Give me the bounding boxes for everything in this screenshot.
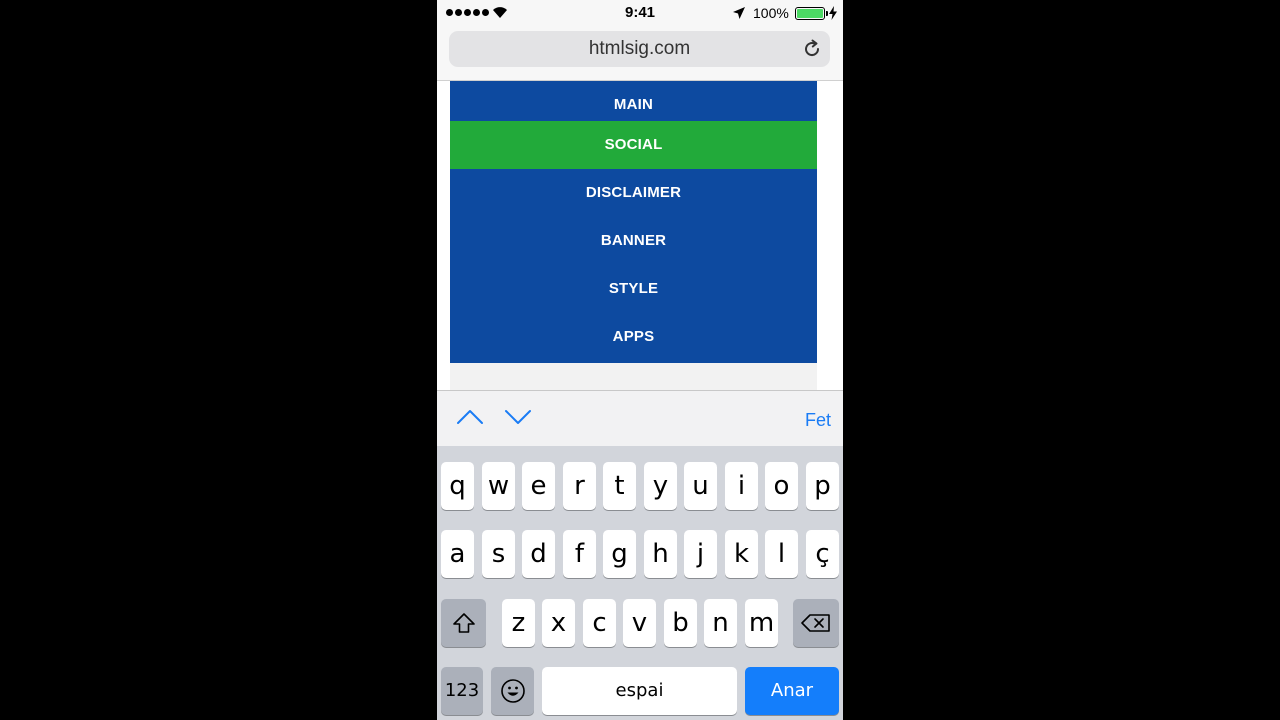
key-d[interactable]: d xyxy=(522,530,555,578)
key-w[interactable]: w xyxy=(482,462,515,510)
navigation-menu: MAIN SOCIAL DISCLAIMER BANNER STYLE APPS xyxy=(450,81,817,363)
emoji-key[interactable] xyxy=(491,667,534,715)
go-key[interactable]: Anar xyxy=(745,667,839,715)
shift-arrow-icon xyxy=(452,613,475,633)
status-bar: 9:41 100% xyxy=(437,0,843,26)
page-section-strip xyxy=(450,363,817,390)
menu-item-social[interactable]: SOCIAL xyxy=(450,121,817,169)
shift-key[interactable] xyxy=(441,599,486,647)
done-button[interactable]: Fet xyxy=(805,410,831,431)
key-m[interactable]: m xyxy=(745,599,778,647)
menu-item-banner[interactable]: BANNER xyxy=(450,217,817,265)
charging-bolt-icon xyxy=(829,6,837,20)
key-p[interactable]: p xyxy=(806,462,839,510)
key-o[interactable]: o xyxy=(765,462,798,510)
key-c-cedilla[interactable]: ç xyxy=(806,530,839,578)
key-b[interactable]: b xyxy=(664,599,697,647)
key-c[interactable]: c xyxy=(583,599,616,647)
key-k[interactable]: k xyxy=(725,530,758,578)
key-q[interactable]: q xyxy=(441,462,474,510)
menu-item-disclaimer[interactable]: DISCLAIMER xyxy=(450,169,817,217)
previous-field-chevron-up-icon[interactable] xyxy=(455,407,485,427)
key-f[interactable]: f xyxy=(563,530,596,578)
key-r[interactable]: r xyxy=(563,462,596,510)
key-v[interactable]: v xyxy=(623,599,656,647)
battery-percentage: 100% xyxy=(753,5,789,21)
key-s[interactable]: s xyxy=(482,530,515,578)
onscreen-keyboard: q w e r t y u i o p a s d f g h j k l ç … xyxy=(437,446,843,720)
key-y[interactable]: y xyxy=(644,462,677,510)
next-field-chevron-down-icon[interactable] xyxy=(503,407,533,427)
keyboard-accessory-bar: Fet xyxy=(437,390,843,446)
menu-item-style[interactable]: STYLE xyxy=(450,265,817,313)
key-j[interactable]: j xyxy=(684,530,717,578)
battery-tip xyxy=(826,11,828,16)
backspace-icon xyxy=(801,614,830,632)
reload-icon[interactable] xyxy=(802,39,822,59)
web-page-content: MAIN SOCIAL DISCLAIMER BANNER STYLE APPS xyxy=(437,81,843,390)
key-g[interactable]: g xyxy=(603,530,636,578)
numbers-key[interactable]: 123 xyxy=(441,667,483,715)
key-i[interactable]: i xyxy=(725,462,758,510)
key-a[interactable]: a xyxy=(441,530,474,578)
key-u[interactable]: u xyxy=(684,462,717,510)
space-key[interactable]: espai xyxy=(542,667,737,715)
key-n[interactable]: n xyxy=(704,599,737,647)
key-l[interactable]: l xyxy=(765,530,798,578)
battery-icon xyxy=(795,7,825,20)
emoji-smiley-icon xyxy=(500,679,525,703)
url-text: htmlsig.com xyxy=(588,38,691,59)
address-bar[interactable]: htmlsig.com xyxy=(449,31,830,67)
key-z[interactable]: z xyxy=(502,599,535,647)
key-x[interactable]: x xyxy=(542,599,575,647)
location-arrow-icon xyxy=(733,7,745,19)
phone-screen: 9:41 100% htmlsig.com MAIN SOCIAL DISCLA… xyxy=(437,0,843,720)
backspace-key[interactable] xyxy=(793,599,839,647)
key-h[interactable]: h xyxy=(644,530,677,578)
menu-item-apps[interactable]: APPS xyxy=(450,313,817,361)
key-t[interactable]: t xyxy=(603,462,636,510)
key-e[interactable]: e xyxy=(522,462,555,510)
